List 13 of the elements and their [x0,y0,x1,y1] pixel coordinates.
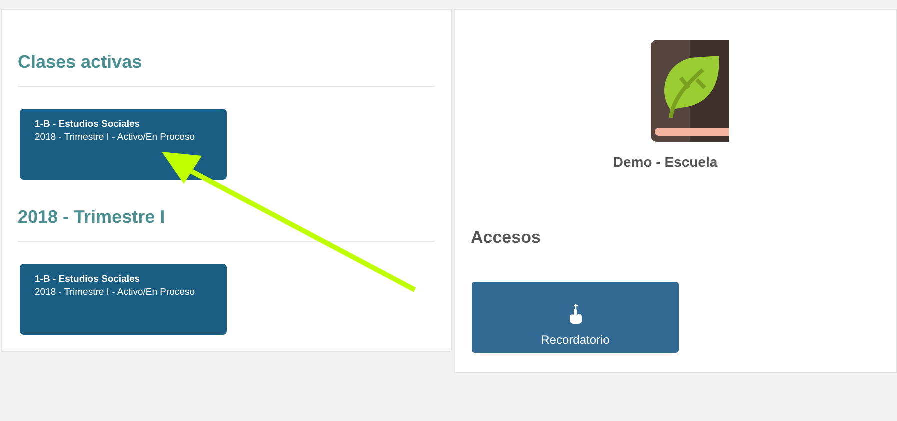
leaf-book-icon [650,40,728,142]
section-title: 2018 - Trimestre I [18,206,166,229]
section-title: Clases activas [18,51,144,74]
class-title: 1-B - Estudios Sociales [35,118,142,131]
school-name: Demo - Escuela [612,154,719,170]
pointing-hand-icon [568,303,584,325]
accesses-title: Accesos [471,228,542,248]
class-title: 1-B - Estudios Sociales [35,273,142,286]
class-card[interactable]: 1-B - Estudios Sociales 2018 - Trimestre I - Activo/En Proceso [20,109,227,180]
reminder-button[interactable]: Recordatorio [472,282,679,353]
class-subtitle: 2018 - Trimestre I - Activo/En Proceso [35,286,196,300]
class-subtitle: 2018 - Trimestre I - Activo/En Proceso [35,131,196,145]
class-card[interactable]: 1-B - Estudios Sociales 2018 - Trimestre I - Activo/En Proceso [20,264,227,335]
